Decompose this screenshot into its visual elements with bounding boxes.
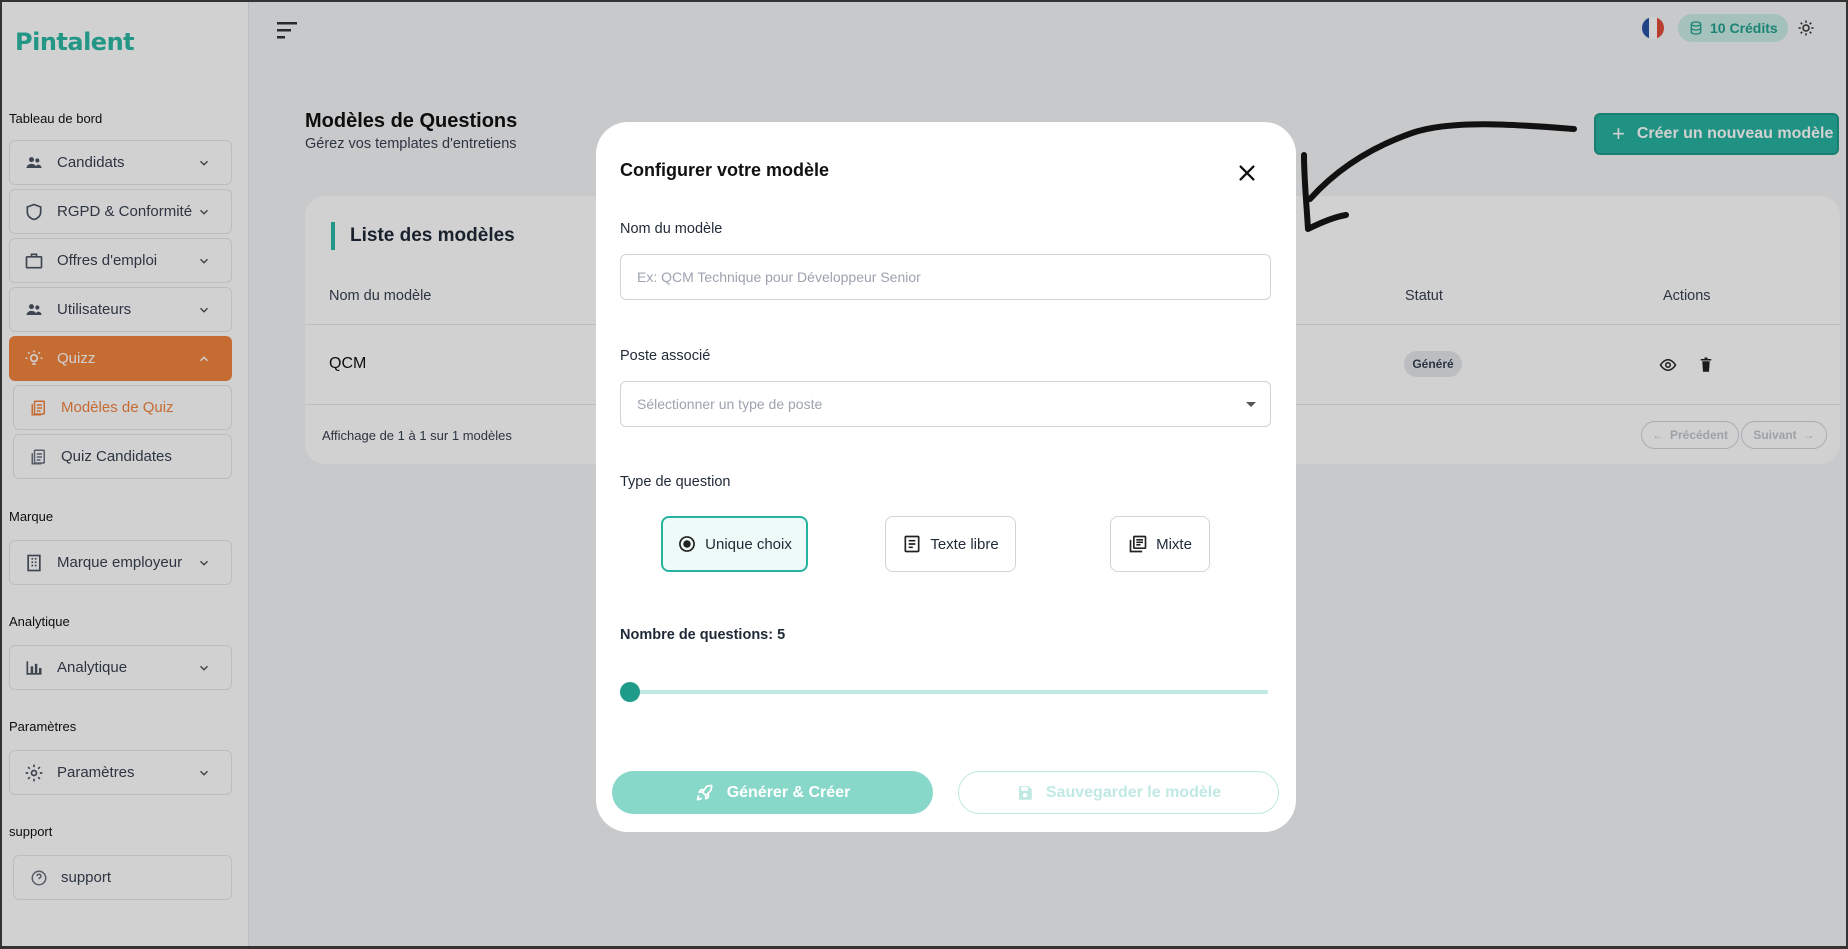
model-name-placeholder: Ex: QCM Technique pour Développeur Senio… <box>637 269 921 285</box>
poste-select-placeholder: Sélectionner un type de poste <box>637 396 823 412</box>
model-name-input[interactable]: Ex: QCM Technique pour Développeur Senio… <box>620 254 1271 300</box>
question-count-slider-track[interactable] <box>632 690 1268 694</box>
save-model-button[interactable]: Sauvegarder le modèle <box>958 771 1279 814</box>
save-model-label: Sauvegarder le modèle <box>1045 783 1222 801</box>
save-icon <box>1018 785 1032 800</box>
question-type-unique[interactable]: Unique choix <box>661 516 808 572</box>
question-type-mixte[interactable]: Mixte <box>1110 516 1210 572</box>
dialog-title: Configurer votre modèle <box>620 160 830 180</box>
question-count-label: Nombre de questions: 5 <box>620 627 786 643</box>
generate-create-button[interactable]: Générer & Créer <box>612 771 933 814</box>
rocket-icon <box>696 784 713 800</box>
type-field-label: Type de question <box>620 474 731 490</box>
question-type-label: Unique choix <box>705 535 792 553</box>
poste-select[interactable]: Sélectionner un type de poste <box>620 381 1271 427</box>
radio-icon <box>677 534 697 554</box>
library-icon <box>1128 534 1148 554</box>
question-count-slider-thumb[interactable] <box>620 682 640 702</box>
close-icon[interactable] <box>1236 162 1258 184</box>
text-document-icon <box>902 534 922 554</box>
caret-down-icon <box>1246 402 1256 407</box>
annotation-arrow <box>1301 121 1577 232</box>
question-type-label: Texte libre <box>930 535 999 553</box>
generate-create-label: Générer & Créer <box>726 783 851 801</box>
question-type-label: Mixte <box>1156 535 1192 553</box>
question-type-texte[interactable]: Texte libre <box>885 516 1016 572</box>
name-field-label: Nom du modèle <box>620 221 723 237</box>
configure-model-dialog: Configurer votre modèle Nom du modèle Ex… <box>596 122 1296 832</box>
app-window: Pintalent Tableau de bord Candidats RGPD… <box>0 0 1848 949</box>
poste-field-label: Poste associé <box>620 348 711 364</box>
